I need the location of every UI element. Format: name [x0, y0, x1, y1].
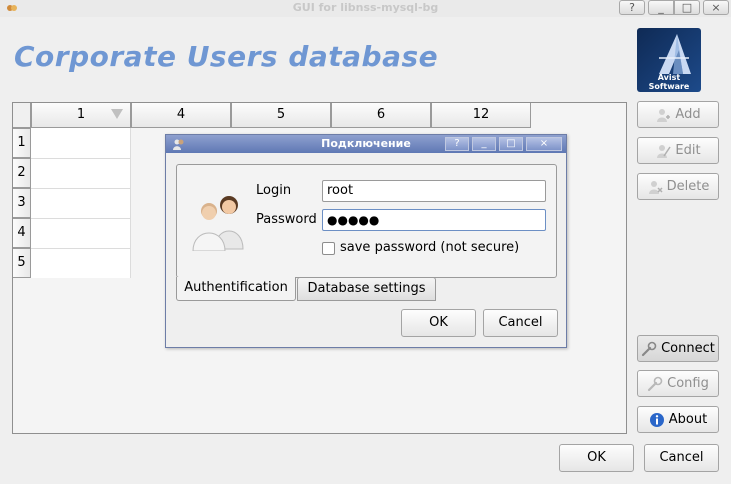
- row-header[interactable]: 1: [13, 128, 31, 158]
- login-label: Login: [256, 183, 292, 198]
- maximize-window-button[interactable]: □: [674, 0, 700, 15]
- dialog-titlebar[interactable]: Подключение ? _ □ ×: [166, 135, 566, 153]
- column-header[interactable]: 1: [31, 103, 131, 128]
- wrench-icon: [648, 376, 663, 391]
- add-button[interactable]: Add: [637, 101, 719, 128]
- help-window-button[interactable]: ?: [619, 0, 645, 15]
- login-input[interactable]: root: [322, 180, 546, 202]
- add-button-label: Add: [675, 107, 701, 122]
- wrench-icon: [642, 341, 657, 356]
- dialog-cancel-button[interactable]: Cancel: [483, 309, 558, 337]
- info-icon: [649, 412, 664, 427]
- edit-button-label: Edit: [675, 143, 701, 158]
- logo-text: Avist Software: [648, 73, 690, 91]
- edit-button[interactable]: Edit: [637, 137, 719, 164]
- dialog-ok-button[interactable]: OK: [401, 309, 476, 337]
- about-button[interactable]: About: [637, 406, 719, 433]
- table-corner: [13, 103, 31, 128]
- cell-divider: [31, 158, 131, 159]
- minimize-window-button[interactable]: _: [648, 0, 674, 15]
- page-title: Corporate Users database: [14, 40, 439, 73]
- close-window-button[interactable]: ×: [703, 0, 729, 15]
- connect-button-label: Connect: [661, 341, 715, 356]
- dialog-close-button[interactable]: ×: [526, 137, 562, 151]
- window-titlebar[interactable]: GUI for libnss-mysql-bg ? _ □ ×: [0, 0, 731, 17]
- column-header[interactable]: 4: [131, 103, 231, 128]
- dialog-help-button[interactable]: ?: [445, 137, 469, 151]
- row-header[interactable]: 3: [13, 188, 31, 218]
- password-label: Password: [256, 212, 317, 227]
- cell-divider: [130, 128, 131, 278]
- connect-button[interactable]: Connect: [637, 335, 719, 362]
- password-input[interactable]: ●●●●●: [322, 209, 546, 231]
- config-button-label: Config: [667, 376, 709, 391]
- cell-divider: [31, 248, 131, 249]
- config-button[interactable]: Config: [637, 370, 719, 397]
- column-header-label: 1: [76, 107, 86, 122]
- cell-divider: [31, 188, 131, 189]
- cell-divider: [31, 218, 131, 219]
- tab-authentification[interactable]: Authentification: [176, 277, 296, 301]
- column-header[interactable]: 5: [231, 103, 331, 128]
- column-header[interactable]: 12: [431, 103, 531, 128]
- ok-button[interactable]: OK: [559, 444, 634, 472]
- save-password-label: save password (not secure): [340, 240, 520, 255]
- tab-database-settings[interactable]: Database settings: [297, 277, 436, 301]
- row-header[interactable]: 2: [13, 158, 31, 188]
- add-user-icon: [657, 108, 671, 122]
- company-logo: Avist Software: [637, 28, 701, 92]
- connection-dialog[interactable]: Подключение ? _ □ × Login root Password …: [165, 134, 567, 348]
- sort-indicator-icon: [111, 109, 123, 119]
- delete-user-icon: [648, 180, 663, 194]
- save-password-checkbox[interactable]: [322, 242, 335, 255]
- cancel-button[interactable]: Cancel: [644, 444, 719, 472]
- column-header[interactable]: 6: [331, 103, 431, 128]
- edit-user-icon: [657, 144, 672, 158]
- delete-button-label: Delete: [666, 179, 710, 194]
- about-button-label: About: [668, 412, 708, 427]
- dialog-maximize-button[interactable]: □: [499, 137, 523, 151]
- table-cells[interactable]: [31, 128, 131, 278]
- row-header[interactable]: 4: [13, 218, 31, 248]
- row-header[interactable]: 5: [13, 248, 31, 278]
- delete-button[interactable]: Delete: [637, 173, 719, 200]
- dialog-minimize-button[interactable]: _: [472, 137, 496, 151]
- users-avatar-icon: [192, 196, 244, 251]
- authentication-panel: Login root Password ●●●●● save password …: [176, 164, 557, 278]
